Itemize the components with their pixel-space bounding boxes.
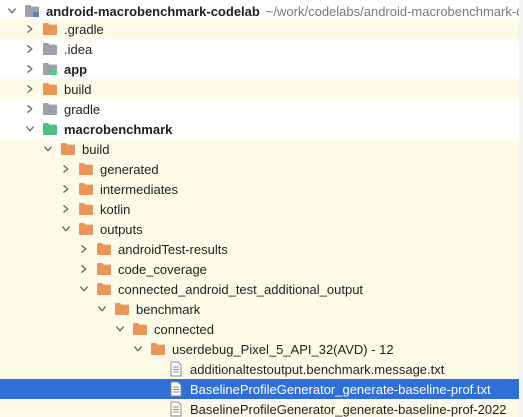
chevron-right-icon[interactable] <box>60 159 72 179</box>
tree-item-label: userdebug_Pixel_5_API_32(AVD) - 12 <box>172 341 394 357</box>
tree-row[interactable]: BaselineProfileGenerator_generate-baseli… <box>0 379 519 399</box>
tree-row[interactable]: macrobenchmark <box>0 119 519 139</box>
folder-icon-orange <box>78 161 94 177</box>
tree-item-label: .gradle <box>64 21 104 37</box>
tree-row[interactable]: .idea <box>0 39 519 59</box>
tree-item-label: build <box>64 81 92 97</box>
tree-item-label: app <box>64 61 88 77</box>
tree-row[interactable]: benchmark <box>0 299 519 319</box>
chevron-down-icon[interactable] <box>42 139 54 159</box>
folder-icon-orange <box>42 21 58 37</box>
text-file-icon <box>168 381 184 397</box>
chevron-right-icon[interactable] <box>24 39 36 59</box>
tree-item-label: build <box>82 141 110 157</box>
chevron-right-icon[interactable] <box>78 259 90 279</box>
tree-item-label: android-macrobenchmark-codelab <box>46 3 260 19</box>
text-file-icon <box>168 361 184 377</box>
tree-item-label: outputs <box>100 221 143 237</box>
tree-item-label: macrobenchmark <box>64 121 173 137</box>
folder-icon-orange <box>96 281 112 297</box>
chevron-right-icon[interactable] <box>24 59 36 79</box>
tree-item-label: additionaltestoutput.benchmark.message.t… <box>190 361 445 377</box>
folder-icon-gray <box>42 101 58 117</box>
tree-row[interactable]: additionaltestoutput.benchmark.message.t… <box>0 359 519 379</box>
tree-item-label: code_coverage <box>118 261 207 277</box>
tree-item-label: connected_android_test_additional_output <box>118 281 364 297</box>
tree-row[interactable]: build <box>0 139 519 159</box>
folder-icon-orange <box>78 221 94 237</box>
chevron-down-icon[interactable] <box>132 339 144 359</box>
vertical-scrollbar[interactable] <box>519 0 523 417</box>
tree-item-label: connected <box>154 321 214 337</box>
tree-row[interactable]: android-macrobenchmark-codelab ~/work/cod… <box>0 1 523 21</box>
chevron-right-icon[interactable] <box>24 19 36 39</box>
test-module-icon <box>42 121 58 137</box>
chevron-down-icon[interactable] <box>60 219 72 239</box>
module-folder-icon <box>24 3 40 19</box>
chevron-right-icon[interactable] <box>78 239 90 259</box>
tree-item-label: .idea <box>64 41 93 57</box>
chevron-down-icon[interactable] <box>114 319 126 339</box>
tree-item-label: androidTest-results <box>118 241 228 257</box>
tree-item-label: BaselineProfileGenerator_generate-baseli… <box>190 401 507 417</box>
tree-row[interactable]: outputs <box>0 219 519 239</box>
chevron-right-icon[interactable] <box>60 199 72 219</box>
tree-row[interactable]: userdebug_Pixel_5_API_32(AVD) - 12 <box>0 339 519 359</box>
folder-icon-orange <box>96 261 112 277</box>
folder-icon-orange <box>42 81 58 97</box>
tree-item-path-hint: ~/work/codelabs/android-macrobenchmark-c… <box>265 3 523 19</box>
tree-row[interactable]: connected_android_test_additional_output <box>0 279 519 299</box>
folder-icon-orange <box>150 341 166 357</box>
chevron-down-icon[interactable] <box>96 299 108 319</box>
tree-row[interactable]: intermediates <box>0 179 519 199</box>
tree-row[interactable]: connected <box>0 319 519 339</box>
tree-row[interactable]: kotlin <box>0 199 519 219</box>
tree-item-label: BaselineProfileGenerator_generate-baseli… <box>190 381 491 397</box>
tree-row[interactable]: .gradle <box>0 19 519 39</box>
tree-row[interactable]: androidTest-results <box>0 239 519 259</box>
tree-row[interactable]: app <box>0 59 519 79</box>
tree-row[interactable]: build <box>0 79 519 99</box>
chevron-down-icon[interactable] <box>78 279 90 299</box>
folder-icon-orange <box>96 241 112 257</box>
tree-item-label: gradle <box>64 101 101 117</box>
tree-item-label: generated <box>100 161 159 177</box>
chevron-right-icon[interactable] <box>60 179 72 199</box>
chevron-right-icon[interactable] <box>24 79 36 99</box>
tree-item-label: intermediates <box>100 181 179 197</box>
text-file-icon <box>168 401 184 417</box>
android-module-icon <box>42 61 58 77</box>
chevron-down-icon[interactable] <box>24 119 36 139</box>
folder-icon-orange <box>132 321 148 337</box>
tree-item-label: benchmark <box>136 301 201 317</box>
tree-row[interactable]: generated <box>0 159 519 179</box>
folder-icon-gray <box>42 41 58 57</box>
tree-row[interactable]: code_coverage <box>0 259 519 279</box>
folder-icon-orange <box>78 181 94 197</box>
tree-row[interactable]: BaselineProfileGenerator_generate-baseli… <box>0 399 519 417</box>
chevron-down-icon[interactable] <box>6 1 18 21</box>
project-tree: android-macrobenchmark-codelab ~/work/cod… <box>0 0 523 417</box>
tree-row[interactable]: gradle <box>0 99 519 119</box>
chevron-right-icon[interactable] <box>24 99 36 119</box>
folder-icon-orange <box>78 201 94 217</box>
folder-icon-orange <box>114 301 130 317</box>
tree-item-label: kotlin <box>100 201 131 217</box>
folder-icon-orange <box>60 141 76 157</box>
